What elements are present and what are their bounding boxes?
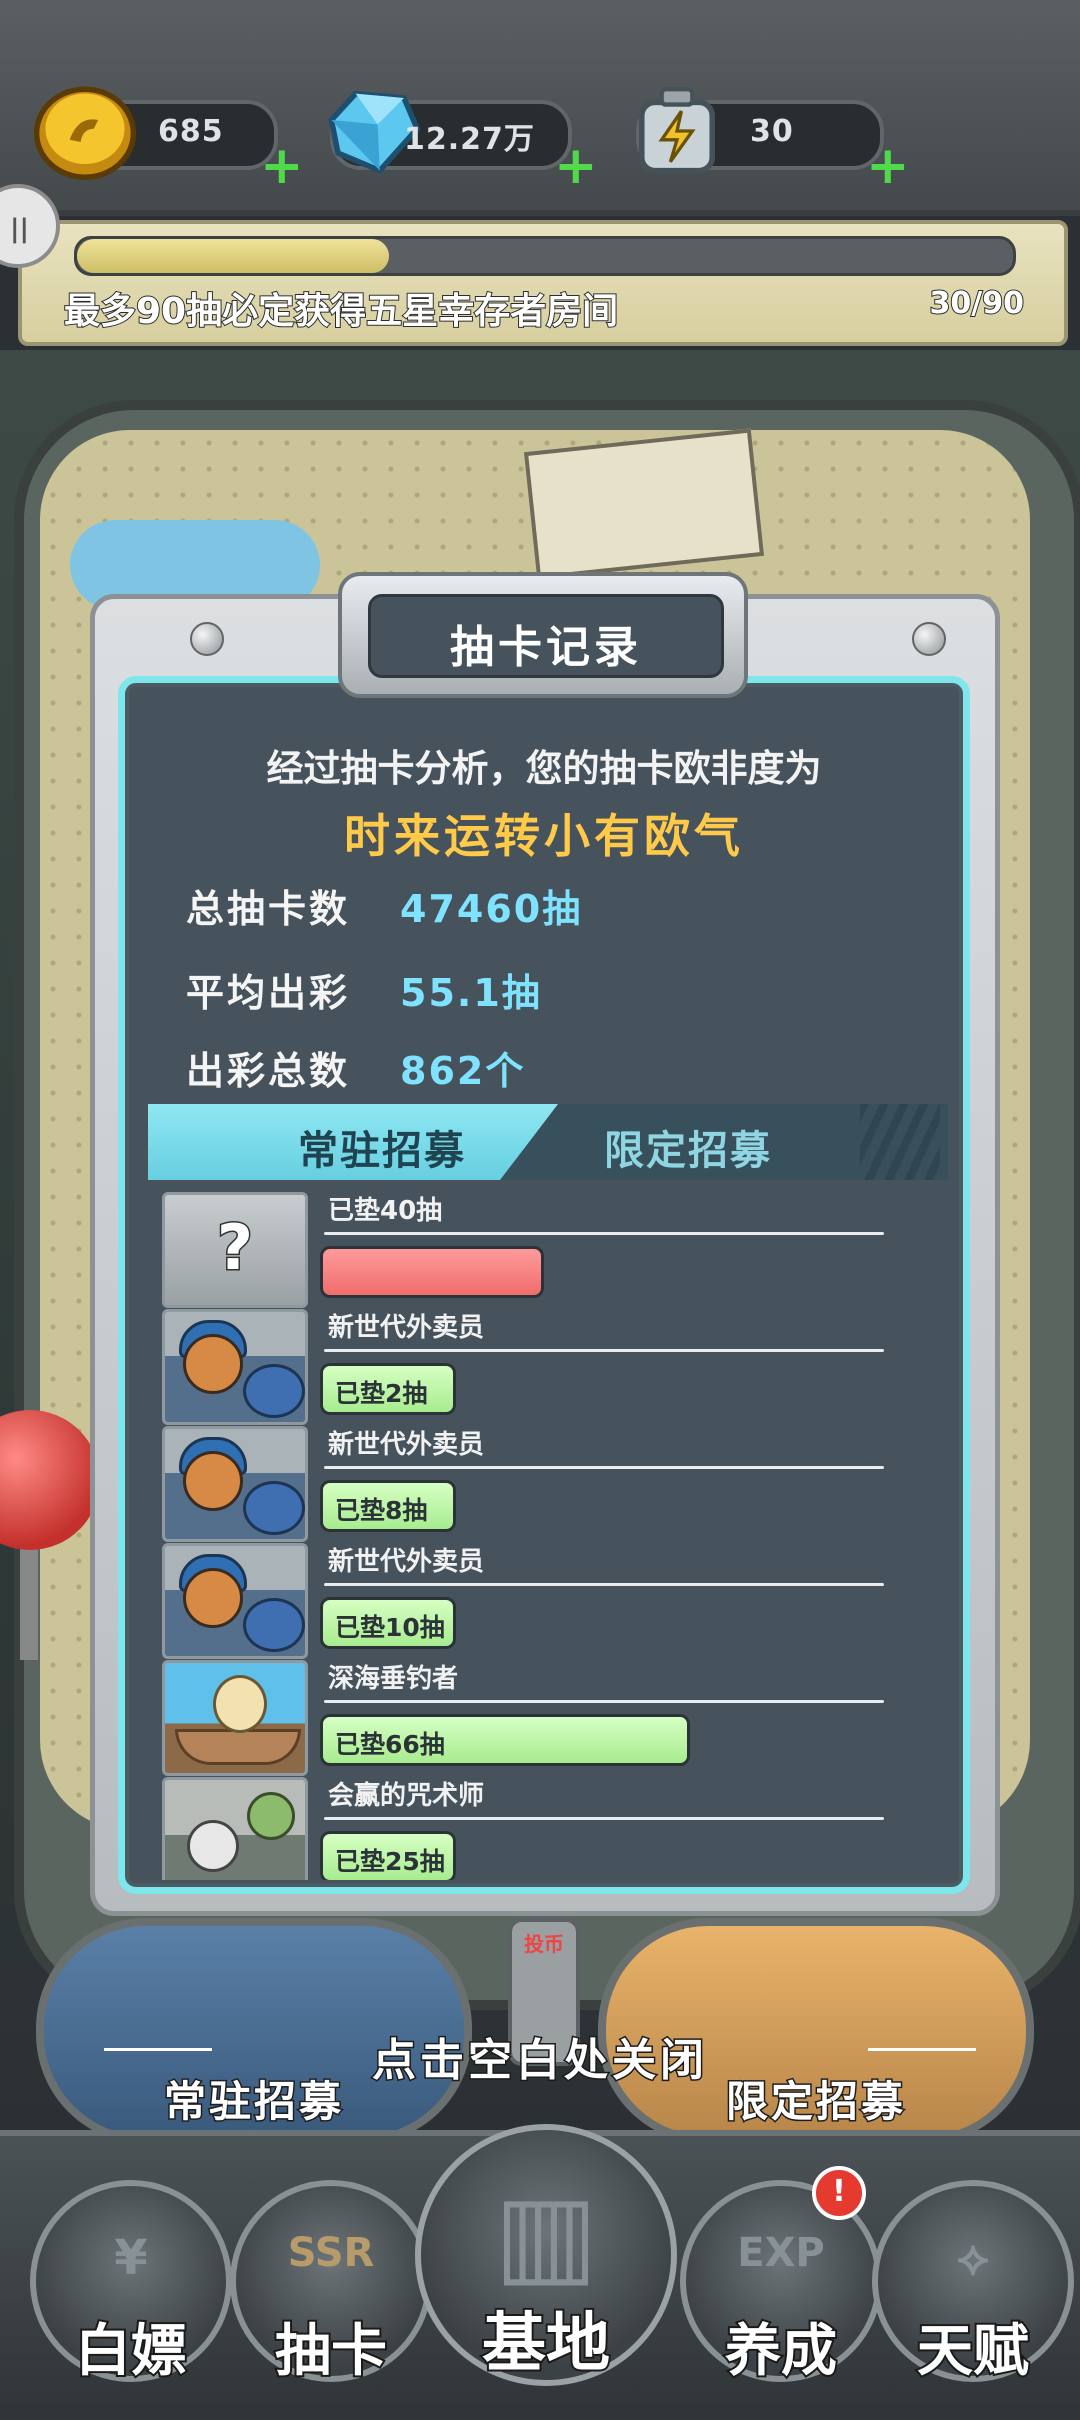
tab-limited-label: 限定招募 (604, 1128, 772, 1174)
total-rare-label: 出彩总数 (186, 1049, 351, 1093)
record-name: 新世代外卖员 (328, 1547, 485, 1577)
tab-standard-recruit[interactable]: 常驻招募 (148, 1104, 558, 1180)
nav-gacha-label: 抽卡 (273, 2317, 389, 2386)
modal-title-plate: 抽卡记录 (338, 572, 748, 698)
pity-count-bar: 已垫10抽 (320, 1597, 456, 1649)
record-name: 深海垂钓者 (328, 1664, 459, 1694)
tab-stripes (860, 1104, 940, 1180)
record-row: 会赢的咒术师已垫25抽 (160, 1775, 940, 1880)
record-row: 新世代外卖员已垫2抽 (160, 1307, 940, 1425)
record-row: 深海垂钓者已垫66抽 (160, 1658, 940, 1776)
record-divider (324, 1700, 884, 1703)
notification-badge: ! (812, 2166, 866, 2220)
record-row: 新世代外卖员已垫10抽 (160, 1541, 940, 1659)
character-thumb (162, 1309, 308, 1425)
unknown-character-thumb: ? (162, 1192, 308, 1308)
coin-icon (33, 86, 137, 180)
luck-analysis-text: 经过抽卡分析，您的抽卡欧非度为 (266, 747, 822, 790)
pity-count-label: 已垫10抽 (335, 1613, 445, 1642)
record-row: 新世代外卖员已垫8抽 (160, 1424, 940, 1542)
record-divider (324, 1232, 884, 1235)
nav-base[interactable]: ▥ 基地 (415, 2124, 677, 2386)
energy-value: 30 (750, 114, 794, 149)
base-icon: ▥ (494, 2170, 598, 2298)
close-hint[interactable]: 点击空白处关闭 (100, 2024, 980, 2088)
diamond-counter: 12.27万 + (328, 90, 598, 192)
avg-pulls-value: 55.1抽 (400, 971, 542, 1015)
nav-talent[interactable]: ⟡ 天赋 (872, 2180, 1074, 2386)
coin-value: 685 (158, 114, 224, 149)
total-pulls-value: 47460抽 (400, 887, 583, 931)
energy-counter: 30 + (636, 87, 910, 192)
avg-pulls-label: 平均出彩 (186, 971, 351, 1015)
total-pulls-label: 总抽卡数 (186, 887, 351, 931)
pause-icon: || (10, 214, 29, 244)
nav-upgrade-label: 养成 (723, 2317, 839, 2386)
recruit-tabs: 常驻招募 限定招募 (148, 1104, 948, 1180)
dna-icon: ⟡ (957, 2230, 989, 2286)
total-rare-value: 862个 (400, 1049, 526, 1093)
pity-count-bar (320, 1246, 544, 1298)
tab-standard-label: 常驻招募 (298, 1128, 466, 1174)
record-name: 会赢的咒术师 (328, 1781, 485, 1811)
joystick-stick (20, 1540, 38, 1660)
pity-count-bar: 已垫66抽 (320, 1714, 690, 1766)
record-divider (324, 1583, 884, 1586)
question-mark-icon: ? (216, 1210, 255, 1286)
ssr-icon: SSR (287, 2230, 375, 2276)
record-divider (324, 1466, 884, 1469)
nav-gacha[interactable]: SSR 抽卡 (230, 2180, 432, 2386)
pity-count-label: 已垫25抽 (335, 1847, 445, 1876)
character-thumb (162, 1660, 308, 1776)
character-thumb (162, 1777, 308, 1880)
pity-count-label: 已垫8抽 (335, 1496, 428, 1525)
pity-count-bar: 已垫2抽 (320, 1363, 456, 1415)
signboard-decoration (523, 428, 765, 580)
luck-rating: 时来运转小有欧气 (344, 809, 744, 863)
pity-count-bar: 已垫8抽 (320, 1480, 456, 1532)
nav-talent-label: 天赋 (915, 2317, 1031, 2386)
nav-freebies-label: 白嫖 (73, 2317, 189, 2386)
rivet-icon (190, 622, 224, 656)
pity-description: 最多90抽必定获得五星幸存者房间 (63, 290, 619, 333)
record-divider (324, 1349, 884, 1352)
pity-progress-track (74, 236, 1016, 276)
diamond-value: 12.27万 (404, 122, 535, 157)
add-diamond-button[interactable]: + (554, 140, 598, 192)
record-divider (324, 1817, 884, 1820)
coin-counter: 685 + (33, 86, 304, 192)
pity-count-bar: 已垫25抽 (320, 1831, 456, 1880)
nav-base-label: 基地 (480, 2305, 612, 2383)
record-name: 已垫40抽 (328, 1196, 443, 1226)
add-energy-button[interactable]: + (866, 140, 910, 192)
record-name: 新世代外卖员 (328, 1430, 485, 1460)
pity-count: 30/90 (929, 285, 1025, 322)
yen-icon: ¥ (114, 2230, 148, 2286)
nav-freebies[interactable]: ¥ 白嫖 (30, 2180, 232, 2386)
pity-count-label: 已垫66抽 (335, 1730, 445, 1759)
rivet-icon (912, 622, 946, 656)
pity-progress-banner: 最多90抽必定获得五星幸存者房间 30/90 (18, 220, 1068, 346)
record-name: 新世代外卖员 (328, 1313, 485, 1343)
character-thumb (162, 1426, 308, 1542)
coin-slot-label: 投币 (524, 1932, 564, 1956)
battery-icon (639, 87, 715, 174)
pity-count-label: 已垫2抽 (335, 1379, 428, 1408)
gacha-record-list[interactable]: ? 已垫40抽 新世代外卖员 已垫2抽 新世代外卖员 已垫8抽 新世代外卖员 已垫10抽 深海垂… (160, 1190, 940, 1880)
character-thumb (162, 1543, 308, 1659)
add-coin-button[interactable]: + (260, 140, 304, 192)
modal-title: 抽卡记录 (450, 622, 642, 673)
record-row: ? 已垫40抽 (160, 1190, 940, 1308)
exp-icon: EXP (737, 2230, 825, 2276)
pity-progress-fill (77, 239, 389, 273)
